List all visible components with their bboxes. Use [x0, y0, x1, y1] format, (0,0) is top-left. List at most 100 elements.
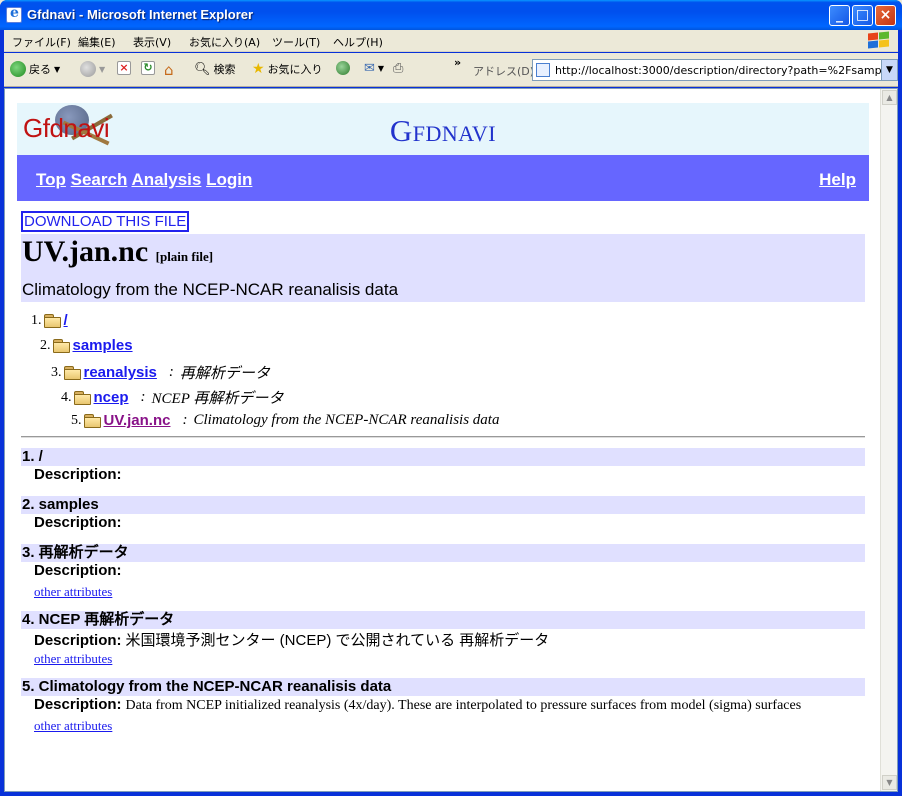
nav-analysis-link[interactable]: Analysis — [131, 170, 201, 189]
toolbar-chevron[interactable]: » — [454, 56, 461, 69]
description-label: Description: — [34, 514, 122, 531]
menu-bar: ファイル(F) 編集(E) 表示(V) お気に入り(A) ツール(T) ヘルプ(… — [4, 30, 898, 52]
home-icon: ⌂ — [164, 61, 174, 79]
favorites-star-icon: ★ — [252, 61, 265, 77]
print-button[interactable]: ⎙ — [393, 61, 403, 76]
path-tree: 1. / 2. samples 3. reanalysis : 再解析データ 4… — [21, 302, 869, 436]
nav-bar: Top Search Analysis Login Help — [17, 155, 869, 201]
tree-item: 3. reanalysis : 再解析データ — [51, 362, 270, 383]
back-arrow-icon — [10, 61, 26, 77]
site-header: Gfdnavi Gfdnavi — [17, 103, 869, 155]
tree-link-ncep[interactable]: ncep — [94, 389, 129, 406]
tree-item-description: NCEP 再解析データ — [151, 391, 284, 407]
divider — [21, 436, 865, 438]
section-heading: 4. NCEP 再解析データ — [21, 611, 865, 629]
tree-item: 1. / — [31, 312, 68, 329]
search-label: 検索 — [213, 63, 236, 76]
menu-edit[interactable]: 編集(E) — [78, 34, 116, 50]
folder-icon — [73, 391, 91, 405]
file-name-heading: UV.jan.nc [plain file] — [22, 235, 213, 269]
file-description: Climatology from the NCEP-NCAR reanalisi… — [22, 280, 399, 299]
maximize-button[interactable]: □ — [852, 5, 873, 26]
tree-item: 5. UV.jan.nc : Climatology from the NCEP… — [71, 412, 499, 429]
section-heading: 3. 再解析データ — [21, 544, 865, 562]
search-button[interactable]: 🔍︎ 検索 — [194, 61, 236, 77]
back-dropdown-icon[interactable]: ▼ — [54, 65, 60, 74]
folder-icon — [52, 339, 70, 353]
description-label: Description: — [34, 632, 122, 649]
nav-help-link[interactable]: Help — [819, 170, 856, 190]
ie-icon — [6, 5, 22, 23]
folder-icon — [63, 366, 81, 380]
minimize-button[interactable]: _ — [829, 5, 850, 26]
section-description: Description: Data from NCEP initialized r… — [21, 696, 865, 718]
description-value: Data from NCEP initialized reanalysis (4… — [125, 698, 802, 713]
description-label: Description: — [34, 696, 122, 713]
other-attributes-link[interactable]: other attributes — [21, 651, 865, 675]
site-title: Gfdnavi — [389, 113, 497, 148]
description-label: Description: — [34, 562, 122, 579]
menu-tools[interactable]: ツール(T) — [272, 34, 320, 50]
section-heading: 2. samples — [21, 496, 865, 514]
tree-item-number: 4. — [61, 389, 72, 405]
file-name: UV.jan.nc — [22, 235, 149, 268]
menu-favorites[interactable]: お気に入り(A) — [189, 34, 260, 50]
home-button[interactable]: ⌂ — [164, 61, 174, 79]
address-label: アドレス(D) — [473, 65, 535, 78]
favorites-button[interactable]: ★ お気に入り — [252, 61, 323, 77]
stop-button[interactable]: × — [117, 61, 131, 75]
tree-item-number: 5. — [71, 412, 82, 428]
back-button[interactable]: 戻る ▼ — [10, 61, 60, 77]
tree-item-number: 1. — [31, 312, 42, 328]
folder-icon — [83, 414, 101, 428]
refresh-button[interactable]: ↻ — [141, 61, 155, 75]
title-bar[interactable]: Gfdnavi - Microsoft Internet Explorer _ … — [0, 0, 902, 30]
tree-item-number: 2. — [40, 337, 51, 353]
page-icon — [536, 63, 550, 77]
address-bar[interactable]: http://localhost:3000/description/direct… — [532, 59, 898, 81]
history-icon — [336, 61, 350, 75]
stop-icon: × — [117, 61, 131, 75]
forward-dropdown-icon[interactable]: ▼ — [99, 65, 105, 74]
window-title: Gfdnavi - Microsoft Internet Explorer — [27, 7, 254, 22]
section-heading: 1. / — [21, 448, 865, 466]
tree-separator: : — [182, 412, 188, 428]
nav-top-link[interactable]: Top — [36, 170, 66, 189]
tree-separator: : — [168, 364, 174, 380]
file-type: [plain file] — [155, 249, 214, 264]
close-button[interactable]: × — [875, 5, 896, 26]
tree-separator: : — [140, 389, 146, 405]
history-button[interactable] — [336, 61, 350, 75]
scroll-down-icon[interactable]: ▼ — [882, 775, 897, 790]
tree-link-root[interactable]: / — [64, 312, 68, 329]
tree-item: 4. ncep : NCEP 再解析データ — [61, 387, 283, 408]
back-label: 戻る — [29, 63, 51, 76]
scroll-up-icon[interactable]: ▲ — [882, 90, 897, 105]
tree-link-uv-jan-nc[interactable]: UV.jan.nc — [104, 412, 171, 429]
mail-button[interactable]: ✉ ▼ — [364, 61, 384, 76]
tree-item: 2. samples — [40, 337, 133, 354]
menu-help[interactable]: ヘルプ(H) — [333, 34, 383, 50]
download-file-button[interactable]: DOWNLOAD THIS FILE — [21, 211, 190, 232]
toolbar: 戻る ▼ ▼ × ↻ ⌂ 🔍︎ 検索 ★ お気に入り ✉ ▼ ⎙ » アドレス(… — [4, 53, 898, 87]
other-attributes-link[interactable]: other attributes — [21, 718, 865, 742]
section-description: Description: — [21, 514, 865, 536]
tree-link-samples[interactable]: samples — [73, 337, 133, 354]
section-description: Description: 米国環境予測センター (NCEP) で公開されている 再… — [21, 629, 865, 651]
vertical-scrollbar[interactable]: ▲ ▼ — [880, 89, 897, 791]
nav-search-link[interactable]: Search — [71, 170, 128, 189]
mail-icon: ✉ — [364, 61, 375, 76]
menu-view[interactable]: 表示(V) — [133, 34, 171, 50]
mail-dropdown-icon[interactable]: ▼ — [378, 64, 384, 73]
folder-icon — [43, 314, 61, 328]
menu-file[interactable]: ファイル(F) — [12, 34, 71, 50]
address-dropdown-icon[interactable]: ▼ — [881, 60, 897, 80]
windows-logo-icon — [866, 31, 892, 50]
favorites-label: お気に入り — [267, 63, 323, 76]
other-attributes-link[interactable]: other attributes — [21, 584, 865, 608]
address-url[interactable]: http://localhost:3000/description/direct… — [555, 64, 897, 77]
nav-login-link[interactable]: Login — [206, 170, 252, 189]
tree-link-reanalysis[interactable]: reanalysis — [84, 364, 157, 381]
section-description: Description: — [21, 562, 865, 584]
forward-button[interactable]: ▼ — [80, 61, 105, 77]
